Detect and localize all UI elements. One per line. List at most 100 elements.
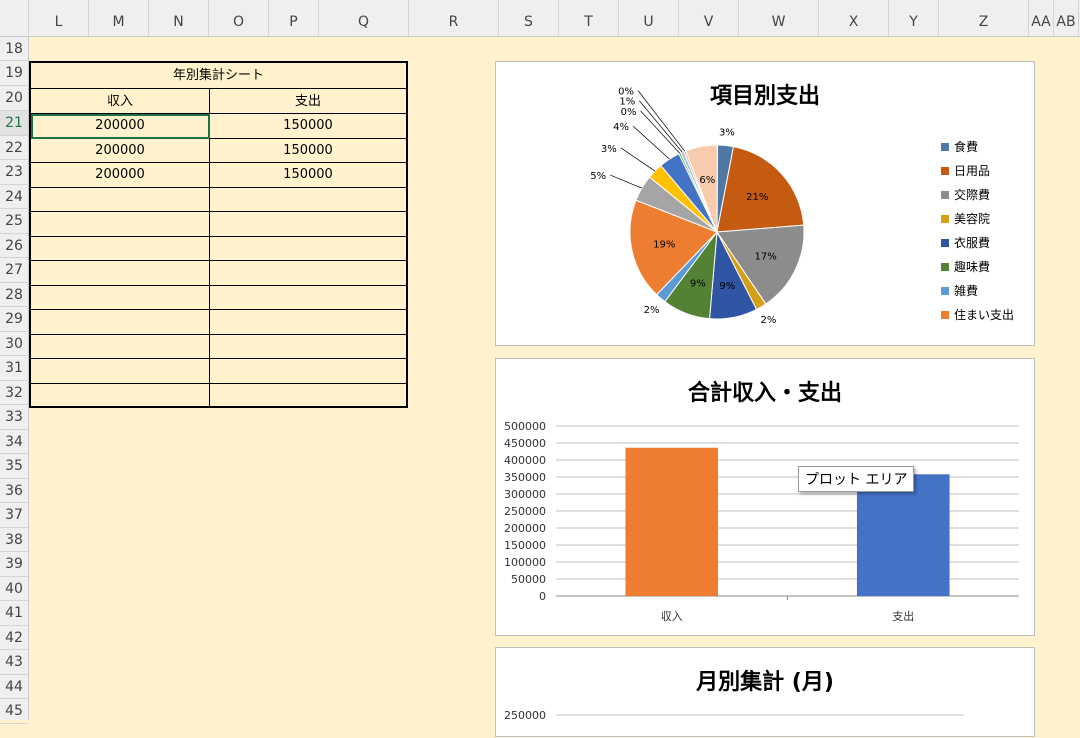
pie-chart: 3% 21% 17% 2% 9% 9% 2% 19% 5% 3% 4% 0%1%0% 6%	[590, 87, 805, 326]
expense-cell[interactable]	[210, 286, 406, 310]
row-header-22[interactable]: 22	[0, 136, 28, 160]
expense-cell[interactable]: 150000	[210, 139, 406, 163]
row-header-44[interactable]: 44	[0, 675, 28, 699]
pie-leader-line	[632, 125, 670, 160]
column-header-l[interactable]: L	[29, 0, 89, 36]
column-header-u[interactable]: U	[619, 0, 679, 36]
row-header-37[interactable]: 37	[0, 503, 28, 528]
y-tick-label: 250000	[504, 709, 546, 722]
column-header-n[interactable]: N	[149, 0, 209, 36]
column-header-p[interactable]: P	[269, 0, 319, 36]
legend-item[interactable]: 雑費	[941, 282, 978, 299]
expense-cell[interactable]	[210, 310, 406, 335]
row-header-29[interactable]: 29	[0, 307, 28, 332]
column-header-aa[interactable]: AA	[1029, 0, 1054, 36]
legend-item[interactable]: 交際費	[941, 186, 990, 203]
bar-1[interactable]	[856, 474, 950, 596]
column-header-s[interactable]: S	[499, 0, 559, 36]
income-cell[interactable]: 200000	[31, 138, 210, 163]
column-header-q[interactable]: Q	[319, 0, 409, 36]
row-header-28[interactable]: 28	[0, 283, 28, 307]
row-header-34[interactable]: 34	[0, 430, 28, 454]
y-tick-label: 500000	[504, 420, 546, 433]
legend-item[interactable]: 趣味費	[941, 258, 990, 275]
expense-cell[interactable]: 150000	[210, 114, 406, 139]
expense-cell[interactable]	[210, 384, 406, 408]
income-cell[interactable]	[31, 310, 210, 335]
legend-swatch	[941, 263, 949, 271]
row-header-35[interactable]: 35	[0, 454, 28, 479]
bar-chart-panel[interactable]: 合計収入・支出 0 50000 100000 150000 200000 250000 30…	[495, 358, 1035, 636]
y-tick-label: 250000	[504, 505, 546, 518]
income-cell[interactable]	[31, 359, 210, 384]
row-header-39[interactable]: 39	[0, 552, 28, 577]
pie-data-label: 4%	[613, 122, 629, 133]
row-header-32[interactable]: 32	[0, 381, 28, 405]
income-cell[interactable]	[31, 383, 210, 408]
income-cell[interactable]	[31, 236, 210, 261]
row-header-36[interactable]: 36	[0, 479, 28, 503]
row-header-31[interactable]: 31	[0, 356, 28, 381]
row-header-25[interactable]: 25	[0, 209, 28, 234]
row-header-18[interactable]: 18	[0, 37, 28, 61]
row-header-33[interactable]: 33	[0, 405, 28, 430]
legend-label: 日用品	[954, 164, 991, 178]
expense-cell[interactable]	[210, 335, 406, 359]
expense-cell[interactable]	[210, 261, 406, 286]
column-header-r[interactable]: R	[409, 0, 499, 36]
income-cell[interactable]: 200000	[31, 114, 210, 139]
pie-chart-panel[interactable]: 項目別支出 3% 21% 17% 2% 9% 9% 2% 19% 5% 3% 4% 0% 1% 0% 6% …	[495, 61, 1035, 346]
row-header-20[interactable]: 20	[0, 86, 28, 111]
column-header-ab[interactable]: AB	[1054, 0, 1079, 36]
row-header-21[interactable]: 21	[0, 111, 28, 136]
row-header-30[interactable]: 30	[0, 332, 28, 356]
expense-cell[interactable]	[210, 237, 406, 261]
income-cell[interactable]	[31, 187, 210, 212]
header-expense[interactable]: 支出	[210, 89, 406, 114]
column-header-w[interactable]: W	[739, 0, 819, 36]
row-header-23[interactable]: 23	[0, 160, 28, 185]
column-header-y[interactable]: Y	[889, 0, 939, 36]
expense-cell[interactable]	[210, 359, 406, 384]
y-tick-label: 300000	[504, 488, 546, 501]
bar-0[interactable]	[625, 447, 719, 596]
row-header-40[interactable]: 40	[0, 577, 28, 601]
x-tick-label: 収入	[661, 610, 683, 623]
income-cell[interactable]	[31, 212, 210, 237]
expense-cell[interactable]: 150000	[210, 163, 406, 188]
row-header-41[interactable]: 41	[0, 601, 28, 626]
yearly-summary-table: 年別集計シート 収入 支出 200000 150000 200000 150000 20…	[29, 61, 408, 408]
column-header-o[interactable]: O	[209, 0, 269, 36]
pie-data-label: 0%	[618, 87, 634, 98]
row-header-43[interactable]: 43	[0, 650, 28, 675]
legend-item[interactable]: 食費	[941, 138, 978, 155]
row-header-26[interactable]: 26	[0, 234, 28, 258]
column-header-m[interactable]: M	[89, 0, 149, 36]
monthly-chart-panel[interactable]: 月別集計 (月) 250000	[495, 647, 1035, 737]
income-cell[interactable]: 200000	[31, 163, 210, 188]
column-header-v[interactable]: V	[679, 0, 739, 36]
row-header-19[interactable]: 19	[0, 61, 28, 86]
pie-data-label: 17%	[754, 251, 776, 262]
column-header-x[interactable]: X	[819, 0, 889, 36]
y-tick-label: 100000	[504, 556, 546, 569]
column-header-t[interactable]: T	[559, 0, 619, 36]
legend-item[interactable]: 美容院	[941, 210, 990, 227]
expense-cell[interactable]	[210, 212, 406, 237]
legend-item[interactable]: 住まい支出	[941, 306, 1014, 323]
header-income[interactable]: 収入	[31, 89, 210, 114]
row-header-42[interactable]: 42	[0, 626, 28, 650]
column-header-z[interactable]: Z	[939, 0, 1029, 36]
legend-item[interactable]: 日用品	[941, 162, 990, 179]
legend-item[interactable]: 衣服費	[941, 234, 990, 251]
expense-cell[interactable]	[210, 188, 406, 212]
row-header-27[interactable]: 27	[0, 258, 28, 283]
income-cell[interactable]	[31, 285, 210, 310]
select-all-corner[interactable]	[0, 0, 29, 36]
income-cell[interactable]	[31, 334, 210, 359]
row-header-24[interactable]: 24	[0, 185, 28, 209]
table-title[interactable]: 年別集計シート	[31, 63, 406, 89]
row-header-38[interactable]: 38	[0, 528, 28, 552]
income-cell[interactable]	[31, 261, 210, 286]
bar-chart: 0 50000 100000 150000 200000 250000 300000 3500…	[504, 420, 1019, 623]
